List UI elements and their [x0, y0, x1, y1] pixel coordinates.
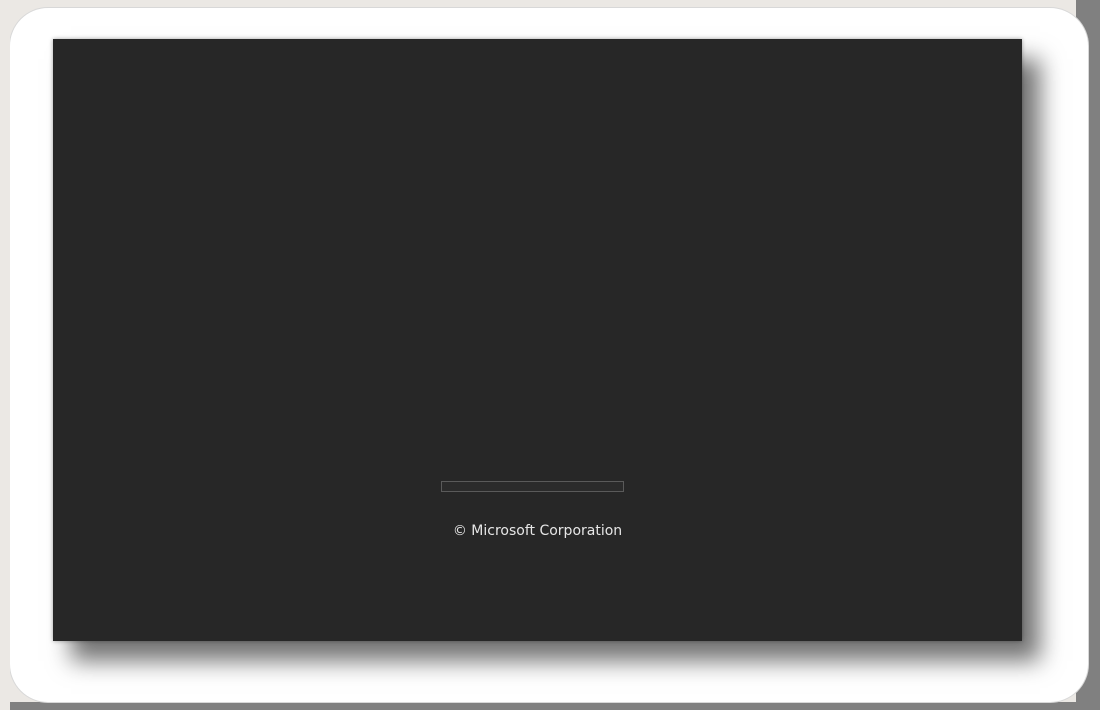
screenshot-frame: © Microsoft Corporation — [0, 0, 1100, 710]
copyright-label: © Microsoft Corporation — [452, 523, 623, 539]
splash-screen-window: © Microsoft Corporation — [53, 39, 1022, 641]
loading-progress-bar — [441, 481, 624, 492]
frame-left-edge — [0, 0, 10, 710]
desktop-edge-bottom — [0, 702, 1100, 710]
